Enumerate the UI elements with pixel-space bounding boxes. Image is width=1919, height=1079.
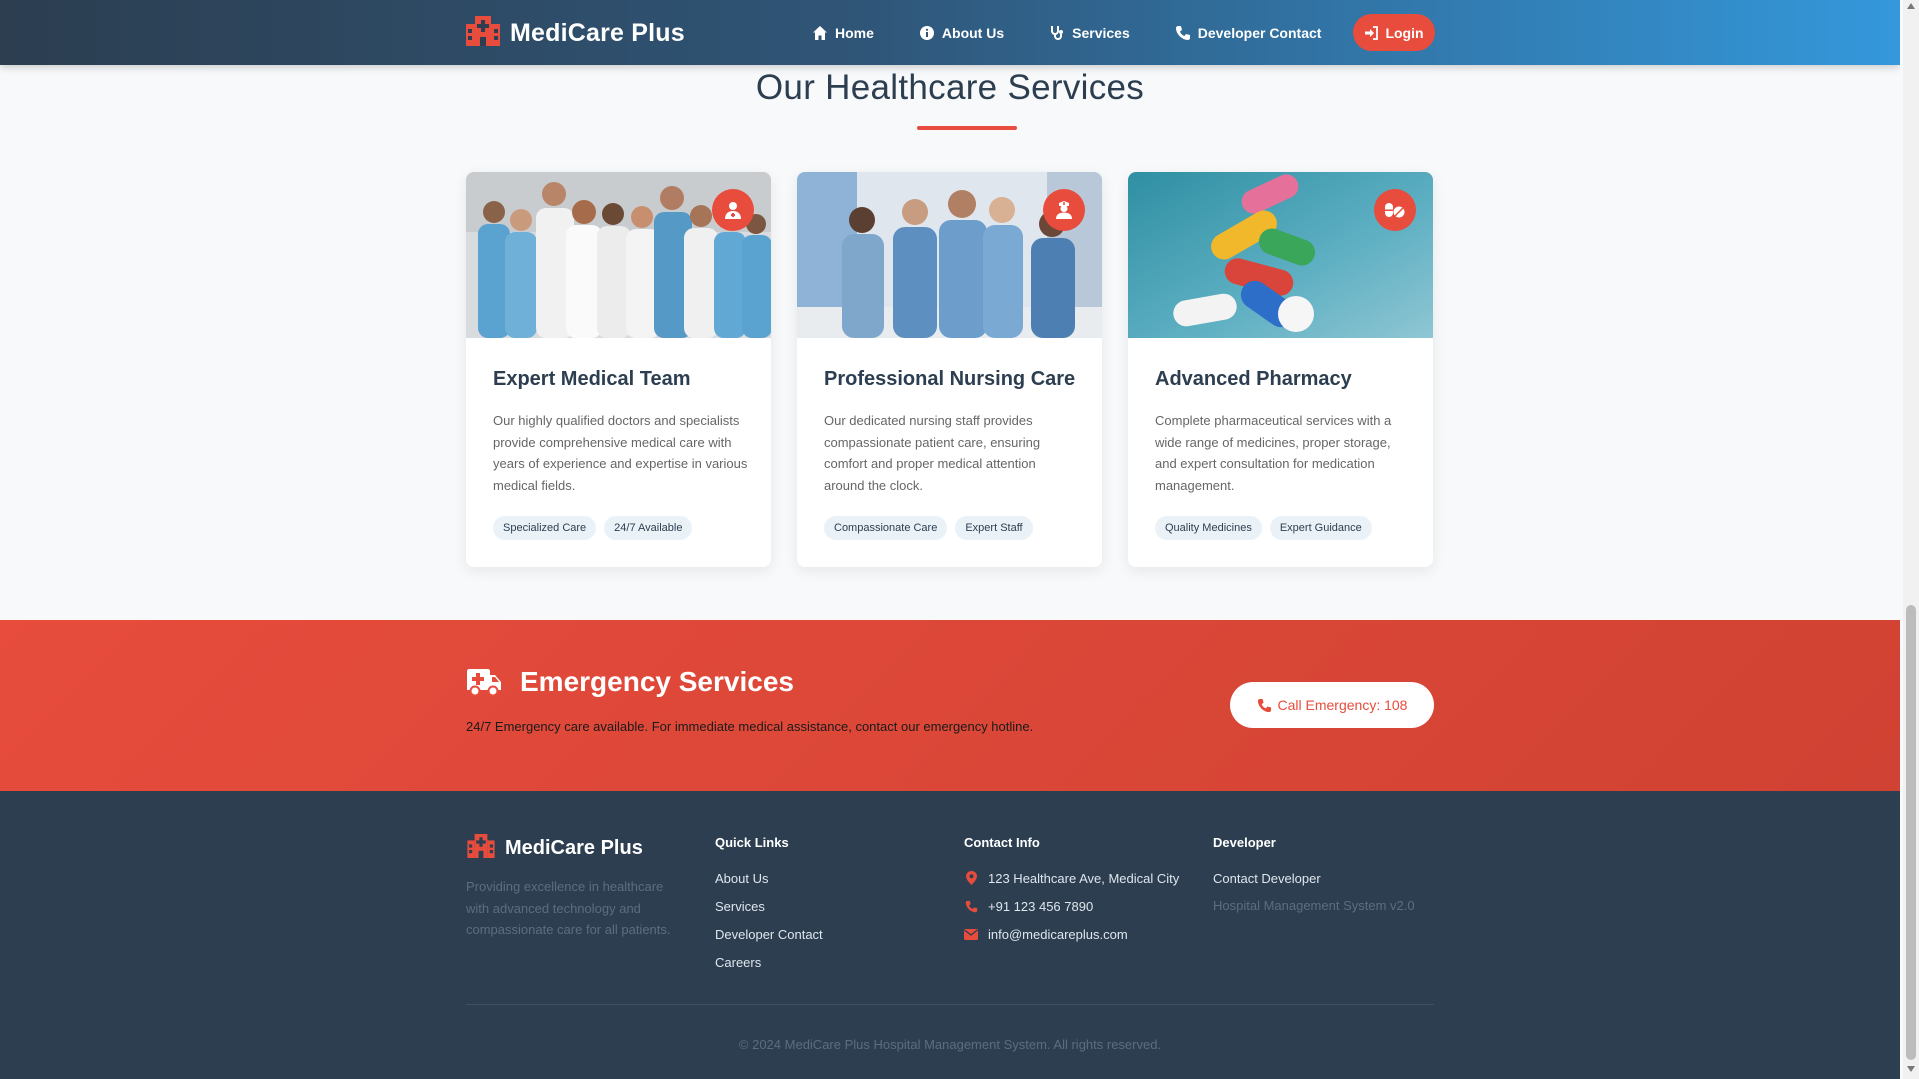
home-icon: [813, 25, 827, 40]
footer-link-careers[interactable]: Careers: [715, 948, 823, 976]
nav-home[interactable]: Home: [812, 25, 874, 41]
card-description: Our highly qualified doctors and special…: [493, 413, 748, 493]
call-emergency-label: Call Emergency: 108: [1277, 697, 1408, 713]
service-card-pharmacy[interactable]: Advanced Pharmacy Complete pharmaceutica…: [1128, 172, 1433, 567]
emergency-section: Emergency Services 24/7 Emergency care a…: [0, 620, 1900, 791]
card-description: Our dedicated nursing staff provides com…: [824, 413, 1041, 493]
nav-links: Home About Us Services Developer Contact: [812, 0, 1366, 65]
footer-link-developer-contact[interactable]: Developer Contact: [715, 920, 823, 948]
email-text: info@medicareplus.com: [988, 926, 1128, 942]
footer-quick-links: Quick Links About Us Services Developer …: [715, 835, 823, 976]
title-underline: [917, 126, 1017, 130]
tag: Expert Staff: [955, 516, 1033, 540]
footer-developer: Developer Contact Developer Hospital Man…: [1213, 835, 1415, 913]
service-card-nursing-care[interactable]: Professional Nursing Care Our dedicated …: [797, 172, 1102, 567]
hospital-icon: [466, 834, 496, 863]
hospital-icon: [466, 16, 500, 51]
scroll-down-arrow-icon[interactable]: [1907, 1066, 1915, 1072]
card-title: Professional Nursing Care: [824, 368, 1076, 390]
stethoscope-icon: [1051, 25, 1064, 40]
contact-phone[interactable]: +91 123 456 7890: [964, 892, 1179, 920]
contact-info-title: Contact Info: [964, 835, 1040, 850]
nav-about[interactable]: About Us: [919, 25, 1004, 41]
phone-text: +91 123 456 7890: [988, 898, 1094, 914]
card-description: Complete pharmaceutical services with a …: [1155, 413, 1392, 493]
footer-about: Providing excellence in healthcare with …: [466, 879, 671, 937]
services-title: Our Healthcare Services: [755, 68, 1145, 107]
card-tags: Quality Medicines Expert Guidance: [1155, 516, 1372, 540]
emergency-title: Emergency Services: [520, 666, 794, 697]
page-scrollbar[interactable]: [1903, 0, 1919, 1079]
nav-developer-contact-label: Developer Contact: [1197, 24, 1322, 41]
phone-icon: [1257, 698, 1271, 712]
login-button[interactable]: Login: [1353, 14, 1435, 51]
user-nurse-icon: [1043, 189, 1085, 231]
tag: Quality Medicines: [1155, 516, 1262, 540]
footer: MediCare Plus Providing excellence in he…: [0, 791, 1900, 1079]
user-doctor-icon: [712, 189, 754, 231]
envelope-icon: [964, 928, 978, 940]
nav-about-label: About Us: [941, 24, 1005, 41]
footer-brand[interactable]: MediCare Plus: [466, 834, 643, 863]
system-version: Hospital Management System v2.0: [1213, 898, 1415, 913]
medical-team-photo: [466, 172, 771, 338]
phone-icon: [964, 900, 978, 913]
card-tags: Compassionate Care Expert Staff: [824, 516, 1033, 540]
address-text: 123 Healthcare Ave, Medical City: [988, 870, 1180, 886]
tag: Compassionate Care: [824, 516, 948, 540]
emergency-text: 24/7 Emergency care available. For immed…: [466, 719, 1034, 734]
pills-icon: [1374, 189, 1416, 231]
card-title: Advanced Pharmacy: [1155, 368, 1352, 390]
scroll-up-arrow-icon[interactable]: [1907, 3, 1915, 9]
page: MediCare Plus Home About Us Services Dev…: [0, 0, 1900, 1079]
call-emergency-button[interactable]: Call Emergency: 108: [1230, 682, 1434, 728]
sign-in-icon: [1365, 25, 1379, 40]
contact-email[interactable]: info@medicareplus.com: [964, 920, 1179, 948]
service-card-medical-team[interactable]: Expert Medical Team Our highly qualified…: [466, 172, 771, 567]
brand-name: MediCare Plus: [510, 19, 685, 47]
login-label: Login: [1385, 24, 1424, 41]
copyright: © 2024 MediCare Plus Hospital Management…: [738, 1037, 1162, 1052]
developer-title: Developer: [1213, 835, 1276, 850]
phone-icon: [1175, 25, 1190, 40]
contact-address: 123 Healthcare Ave, Medical City: [964, 864, 1179, 892]
nav-home-label: Home: [835, 24, 874, 41]
navbar: MediCare Plus Home About Us Services Dev…: [0, 0, 1900, 65]
ambulance-icon: [467, 669, 501, 696]
emergency-heading: Emergency Services: [466, 666, 794, 698]
footer-contact-info: Contact Info 123 Healthcare Ave, Medical…: [964, 835, 1179, 948]
quick-links-title: Quick Links: [715, 835, 789, 850]
nav-services[interactable]: Services: [1049, 25, 1130, 41]
footer-link-about[interactable]: About Us: [715, 864, 823, 892]
card-tags: Specialized Care 24/7 Available: [493, 516, 693, 540]
nursing-team-photo: [797, 172, 1102, 338]
footer-divider: [466, 1004, 1434, 1005]
tag: Specialized Care: [493, 516, 597, 540]
contact-developer-link[interactable]: Contact Developer: [1213, 864, 1415, 892]
scrollbar-thumb[interactable]: [1906, 605, 1916, 1060]
tag: 24/7 Available: [604, 516, 693, 540]
tag: Expert Guidance: [1269, 516, 1372, 540]
footer-brand-name: MediCare Plus: [505, 837, 643, 859]
nav-services-label: Services: [1072, 24, 1130, 41]
map-marker-icon: [964, 871, 978, 885]
nav-developer-contact[interactable]: Developer Contact: [1175, 24, 1322, 41]
info-icon: [919, 25, 934, 40]
card-title: Expert Medical Team: [493, 368, 691, 390]
footer-link-services[interactable]: Services: [715, 892, 823, 920]
brand-logo[interactable]: MediCare Plus: [466, 16, 685, 51]
pharmacy-photo: [1128, 172, 1433, 338]
